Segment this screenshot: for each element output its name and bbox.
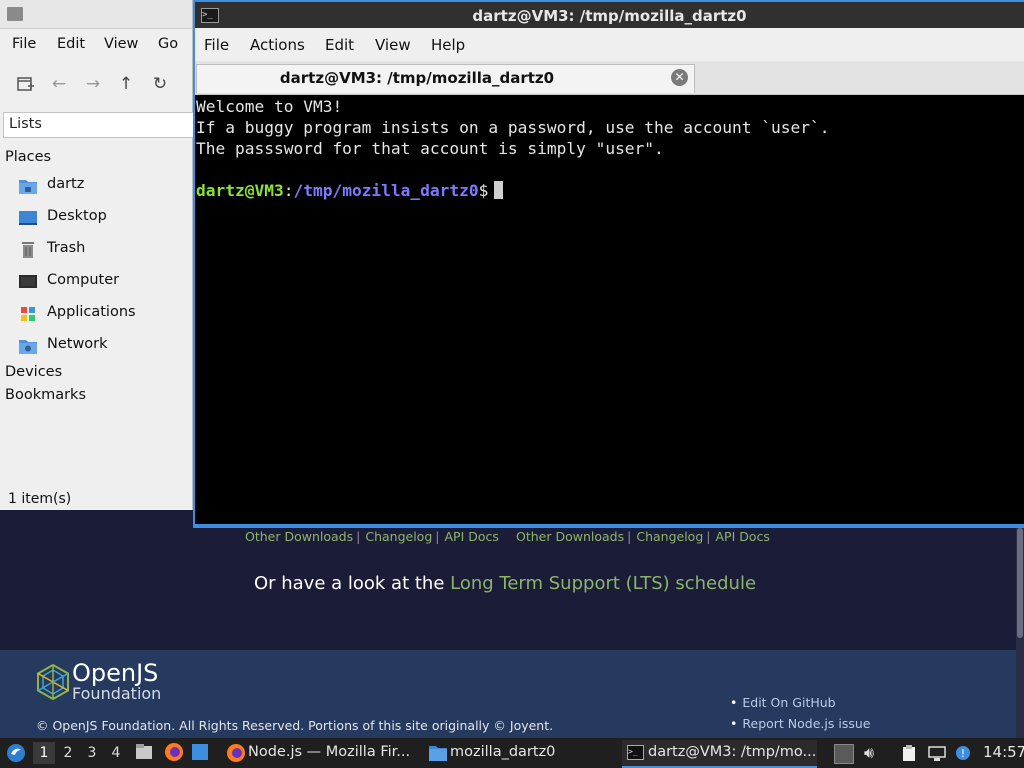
- workspace-4[interactable]: 4: [105, 742, 127, 764]
- prompt-path: /tmp/mozilla_dartz0: [293, 181, 479, 200]
- status-bar-text: 1 item(s): [8, 491, 72, 507]
- place-label: Applications: [47, 304, 136, 320]
- trash-icon: [18, 241, 38, 259]
- home-folder-icon: [18, 177, 38, 195]
- page-scrollbar[interactable]: [1016, 528, 1024, 738]
- prompt-symbol: $: [478, 181, 489, 200]
- workspace-3[interactable]: 3: [81, 742, 103, 764]
- openjs-logo-icon[interactable]: [36, 664, 70, 700]
- place-label: Computer: [47, 272, 120, 288]
- up-icon[interactable]: ↑: [113, 72, 139, 96]
- task-label: dartz@VM3: /tmp/mo...: [648, 744, 817, 760]
- close-tab-icon[interactable]: ✕: [671, 69, 688, 86]
- place-label: Network: [47, 336, 108, 352]
- changelog-link[interactable]: Changelog: [636, 529, 703, 544]
- tray-app-icon[interactable]: [834, 744, 854, 764]
- other-downloads-link[interactable]: Other Downloads: [516, 529, 624, 544]
- computer-icon: [18, 273, 38, 291]
- task-firefox[interactable]: Node.js — Mozilla Fir...: [222, 740, 410, 766]
- task-terminal[interactable]: >_ dartz@VM3: /tmp/mo...: [622, 740, 817, 768]
- terminal-icon: >_: [627, 745, 644, 760]
- network-status-icon[interactable]: [928, 744, 946, 762]
- new-tab-icon[interactable]: [12, 72, 38, 96]
- text-cursor: [494, 181, 504, 199]
- terminal-line: Welcome to VM3!: [196, 97, 343, 116]
- changelog-link[interactable]: Changelog: [365, 529, 432, 544]
- firefox-launcher-icon[interactable]: [164, 742, 184, 762]
- scrollbar-thumb[interactable]: [1017, 528, 1023, 638]
- side-pane-mode-value: Lists: [9, 116, 42, 132]
- lts-sentence: Or have a look at the Long Term Support …: [0, 573, 1010, 594]
- terminal-output[interactable]: [195, 95, 1024, 524]
- place-label: dartz: [47, 176, 85, 192]
- place-label: Trash: [47, 240, 86, 256]
- menu-view[interactable]: View: [375, 36, 411, 54]
- prompt-user-host: dartz@VM3: [196, 181, 284, 200]
- menu-go[interactable]: Go: [158, 36, 178, 52]
- menu-file[interactable]: File: [204, 36, 229, 54]
- forward-icon[interactable]: →: [80, 72, 106, 96]
- lts-prefix: Or have a look at the: [253, 573, 451, 594]
- shell-prompt: dartz@VM3:/tmp/mozilla_dartz0$: [196, 180, 504, 201]
- task-file-manager[interactable]: mozilla_dartz0: [424, 740, 614, 766]
- place-applications[interactable]: Applications: [18, 301, 188, 327]
- other-downloads-link[interactable]: Other Downloads: [245, 529, 353, 544]
- place-trash[interactable]: Trash: [18, 237, 188, 263]
- menu-view[interactable]: View: [104, 36, 138, 52]
- update-notifier-icon[interactable]: !: [954, 744, 972, 762]
- window-title: dartz@VM3: /tmp/mozilla_dartz0: [472, 7, 747, 25]
- lts-schedule-link[interactable]: Long Term Support (LTS) schedule: [450, 573, 756, 594]
- bookmarks-header[interactable]: Bookmarks: [5, 387, 86, 403]
- task-label: mozilla_dartz0: [450, 744, 556, 760]
- api-docs-link[interactable]: API Docs: [444, 529, 498, 544]
- volume-icon[interactable]: 🔊︎: [864, 744, 882, 762]
- menu-help[interactable]: Help: [431, 36, 465, 54]
- folder-icon: [429, 746, 447, 761]
- window-icon: [7, 7, 23, 21]
- devices-header[interactable]: Devices: [5, 364, 62, 380]
- back-icon[interactable]: ←: [46, 72, 72, 96]
- workspace-2[interactable]: 2: [57, 742, 79, 764]
- terminal-titlebar[interactable]: >_ dartz@VM3: /tmp/mozilla_dartz0: [195, 2, 1024, 28]
- menu-edit[interactable]: Edit: [325, 36, 354, 54]
- tab-title: dartz@VM3: /tmp/mozilla_dartz0: [279, 69, 555, 87]
- svg-text:!: !: [961, 747, 965, 760]
- place-home[interactable]: dartz: [18, 173, 188, 199]
- place-network[interactable]: Network: [18, 333, 188, 359]
- footer-brand: OpenJS: [72, 659, 159, 687]
- file-manager-launcher-icon[interactable]: [134, 742, 154, 762]
- menu-actions[interactable]: Actions: [250, 36, 305, 54]
- edit-on-github-link[interactable]: Edit On GitHub: [730, 695, 835, 710]
- menu-edit[interactable]: Edit: [57, 36, 85, 52]
- prompt-colon: :: [283, 181, 294, 200]
- firefox-icon: [227, 744, 245, 762]
- copyright-text: © OpenJS Foundation. All Rights Reserved…: [36, 718, 554, 733]
- workspace-1[interactable]: 1: [33, 742, 55, 764]
- reload-icon[interactable]: ↻: [147, 72, 173, 96]
- clock[interactable]: 14:57: [983, 743, 1024, 761]
- place-computer[interactable]: Computer: [18, 269, 188, 295]
- desktop-icon: [18, 209, 38, 227]
- api-docs-link[interactable]: API Docs: [715, 529, 769, 544]
- start-menu-icon[interactable]: [5, 742, 27, 764]
- terminal-menubar: [195, 28, 1024, 61]
- places-header[interactable]: Places: [5, 149, 51, 165]
- clipboard-icon[interactable]: [900, 744, 918, 762]
- task-label: Node.js — Mozilla Fir...: [248, 744, 411, 760]
- download-links-right: Other Downloads | Changelog | API Docs: [516, 529, 770, 544]
- place-label: Desktop: [47, 208, 107, 224]
- side-pane-mode-select[interactable]: Lists: [3, 112, 193, 138]
- applications-icon: [18, 305, 38, 323]
- network-icon: [18, 337, 38, 355]
- file-manager-titlebar[interactable]: [0, 0, 192, 29]
- show-desktop-icon[interactable]: [192, 744, 208, 760]
- terminal-line: The passsword for that account is simply…: [196, 139, 664, 158]
- menu-file[interactable]: File: [12, 36, 36, 52]
- footer-brand-sub: Foundation: [72, 684, 162, 703]
- terminal-line: If a buggy program insists on a password…: [196, 118, 830, 137]
- terminal-tab[interactable]: dartz@VM3: /tmp/mozilla_dartz0 ✕: [196, 64, 695, 93]
- report-issue-link[interactable]: Report Node.js issue: [730, 716, 870, 731]
- download-links-left: Other Downloads | Changelog | API Docs: [245, 529, 499, 544]
- place-desktop[interactable]: Desktop: [18, 205, 188, 231]
